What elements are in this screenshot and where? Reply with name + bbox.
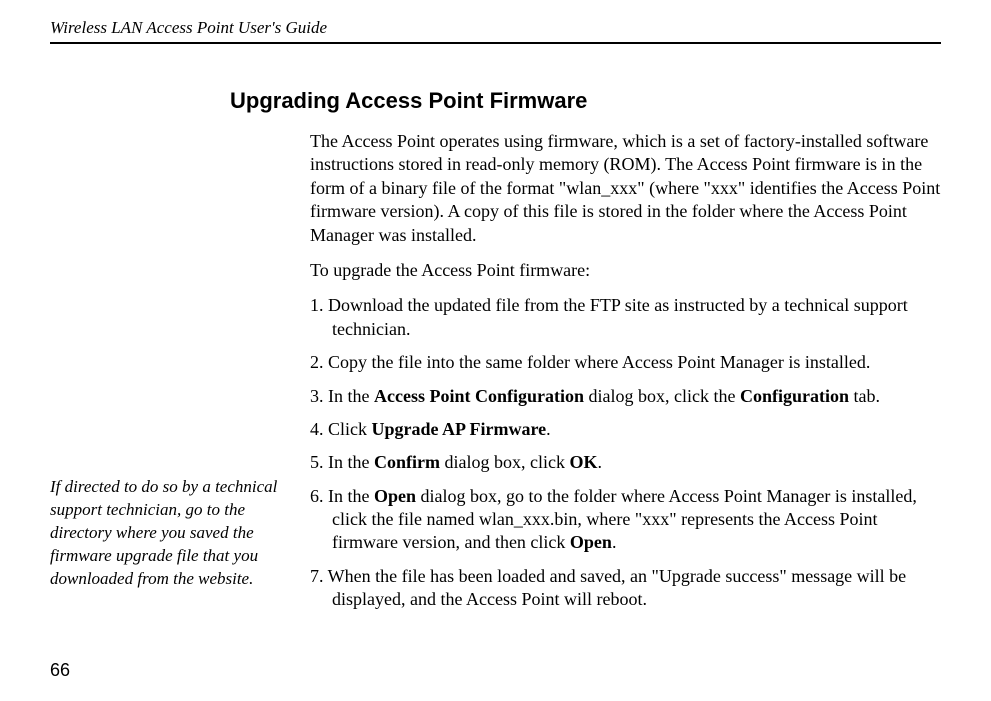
step-5-bold2: OK [569,452,597,472]
sidebar-note: If directed to do so by a technical supp… [50,476,290,591]
step-6: 6. In the Open dialog box, go to the fol… [310,485,941,555]
step-4-post: . [546,419,551,439]
step-5: 5. In the Confirm dialog box, click OK. [310,451,941,474]
step-4-pre: 4. Click [310,419,372,439]
step-3-bold2: Configuration [740,386,849,406]
step-3-bold1: Access Point Configuration [374,386,584,406]
page-number: 66 [50,660,70,681]
step-6-bold1: Open [374,486,416,506]
content-area: If directed to do so by a technical supp… [50,88,941,622]
step-6-pre: 6. In the [310,486,374,506]
step-3-text: 3. In the [310,386,374,406]
step-3-post: tab. [849,386,880,406]
step-5-post: . [597,452,602,472]
step-1: 1. Download the updated file from the FT… [310,294,941,341]
sidebar: If directed to do so by a technical supp… [50,88,290,622]
page-header: Wireless LAN Access Point User's Guide [50,18,941,44]
step-6-bold2: Open [570,532,612,552]
main-content: Upgrading Access Point Firmware The Acce… [310,88,941,622]
step-6-mid: dialog box, go to the folder where Acces… [332,486,917,553]
step-7: 7. When the file has been loaded and sav… [310,565,941,612]
step-3: 3. In the Access Point Configuration dia… [310,385,941,408]
step-2: 2. Copy the file into the same folder wh… [310,351,941,374]
step-5-bold1: Confirm [374,452,440,472]
step-5-pre: 5. In the [310,452,374,472]
section-title: Upgrading Access Point Firmware [230,88,941,114]
step-6-post: . [612,532,617,552]
step-4-bold: Upgrade AP Firmware [372,419,547,439]
step-3-mid: dialog box, click the [584,386,740,406]
step-5-mid: dialog box, click [440,452,569,472]
step-4: 4. Click Upgrade AP Firmware. [310,418,941,441]
subintro-text: To upgrade the Access Point firmware: [310,259,941,282]
header-title: Wireless LAN Access Point User's Guide [50,18,327,37]
intro-paragraph: The Access Point operates using firmware… [310,130,941,247]
